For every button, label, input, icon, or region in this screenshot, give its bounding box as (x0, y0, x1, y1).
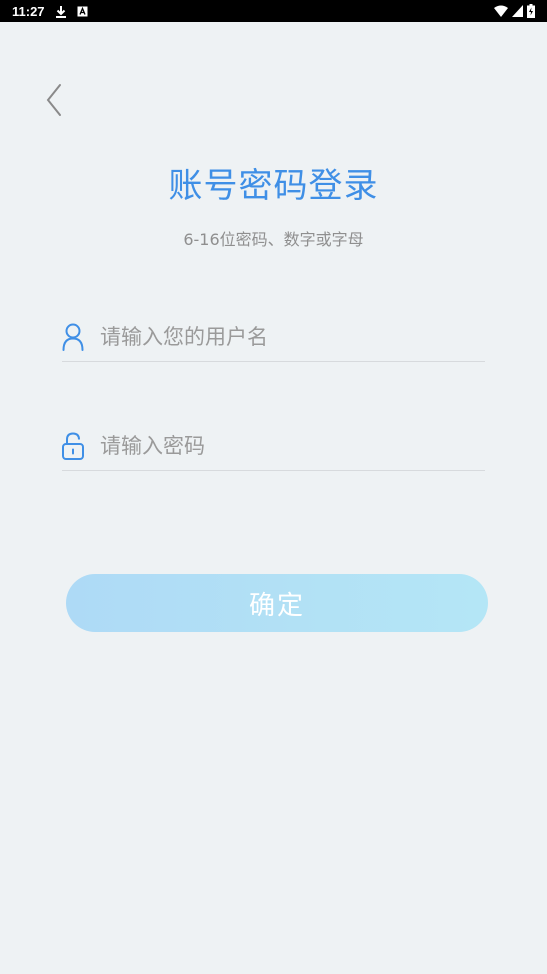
back-button[interactable] (38, 84, 70, 120)
status-bar: 11:27 (0, 0, 547, 22)
battery-charging-icon (527, 4, 535, 18)
password-field (62, 421, 485, 471)
a-notification-icon (77, 6, 88, 17)
download-icon (55, 5, 67, 18)
confirm-button[interactable]: 确定 (66, 574, 488, 632)
username-field (62, 312, 485, 362)
page-subtitle: 6-16位密码、数字或字母 (183, 230, 364, 249)
page-title: 账号密码登录 (168, 166, 379, 206)
user-icon (62, 323, 84, 351)
status-time: 11:27 (12, 3, 45, 19)
password-input[interactable] (100, 425, 485, 466)
chevron-left-icon (44, 83, 64, 121)
wifi-icon (494, 5, 508, 17)
username-input[interactable] (100, 316, 485, 357)
unlock-icon (62, 431, 84, 460)
signal-icon (512, 5, 523, 17)
